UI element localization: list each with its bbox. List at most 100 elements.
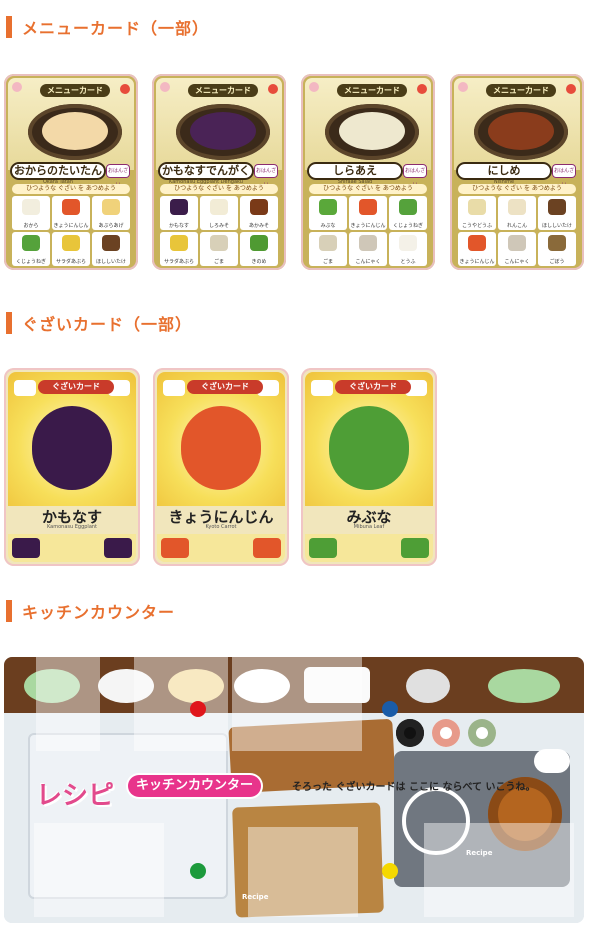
ingredient-icon	[508, 235, 526, 251]
ingredient-icon	[250, 199, 268, 215]
knob-icon	[468, 719, 496, 747]
ingredient-label: しろみそ	[208, 223, 229, 229]
menu-card: メニューカード にしめおはんざいNishimeひつような ぐざい を あつめよう…	[450, 74, 584, 270]
card-slot	[134, 657, 228, 751]
ingredient-icon	[399, 199, 417, 215]
ingredient-slot: ごま	[200, 232, 238, 266]
dish-type-badge: おはんざい	[254, 164, 278, 188]
marker-blue	[382, 701, 398, 717]
mini-ingredient-icon	[14, 380, 36, 396]
menu-card-name: にしめ	[456, 162, 552, 180]
required-ingredients-label: ひつような ぐざい を あつめよう	[12, 184, 130, 194]
required-ingredients-label: ひつような ぐざい を あつめよう	[160, 184, 278, 194]
ingredient-icon	[102, 235, 120, 251]
ingredient-slot: れんこん	[498, 196, 536, 230]
ingredient-icon	[170, 235, 188, 251]
ingredient-card: ぐざいカード みぶな Mibuna Leaf	[301, 368, 437, 566]
ingredient-grid: かもなす しろみそ あかみそ サラダあぶら ごま きのめ	[160, 196, 278, 266]
ingredient-icon	[319, 199, 337, 215]
required-ingredients-label: ひつような ぐざい を あつめよう	[458, 184, 576, 194]
marker-red	[190, 701, 206, 717]
ingredient-icon	[170, 199, 188, 215]
ingredient-icon	[468, 199, 486, 215]
ingredient-slot: きのめ	[240, 232, 278, 266]
kitchen-label: キッチンカウンター	[128, 775, 262, 797]
ingredient-label: おから	[23, 223, 39, 229]
ingredient-label: きょうにんじん	[459, 259, 495, 265]
ingredient-label: ごま	[213, 259, 224, 265]
menu-card-illustration: メニューカード	[8, 78, 134, 170]
dish-icon	[488, 112, 554, 150]
required-ingredients-label: ひつような ぐざい を あつめよう	[309, 184, 427, 194]
ingredient-slot: こんにゃく	[349, 232, 387, 266]
card-slot	[424, 823, 574, 917]
menu-card-illustration: メニューカード	[305, 78, 431, 170]
dish-type-badge: おはんざい	[403, 164, 427, 188]
ingredient-card-banner: ぐざいカード	[38, 380, 114, 394]
flower-icon	[309, 82, 319, 92]
ingredient-card-banner: ぐざいカード	[187, 380, 263, 394]
menu-card-name: かもなすでんがく	[158, 162, 254, 180]
flower-icon	[458, 82, 468, 92]
card-slot	[232, 657, 362, 751]
ingredient-card-subtitle: Kamonasu Eggplant	[46, 524, 98, 530]
ingredient-grid: こうやどうふ れんこん ほししいたけ きょうにんじん こんにゃく ごぼう	[458, 196, 576, 266]
mini-ingredient-icon	[104, 538, 132, 558]
menu-card-illustration: メニューカード	[156, 78, 282, 170]
section-title-menu: メニューカード（一部）	[6, 16, 209, 38]
mini-ingredient-icon	[12, 538, 40, 558]
ingredient-label: サラダあぶら	[55, 259, 86, 265]
ingredient-slot: ごぼう	[538, 232, 576, 266]
menu-card-banner: メニューカード	[486, 84, 556, 97]
ingredient-slot: こうやどうふ	[458, 196, 496, 230]
ingredient-card-banner: ぐざいカード	[335, 380, 411, 394]
ingredient-card-subtitle: Mibuna Leaf	[353, 524, 385, 530]
ingredient-slot: ほししいたけ	[538, 196, 576, 230]
ingredient-slot: おから	[12, 196, 50, 230]
ingredient-illustration-icon	[329, 406, 409, 490]
ingredient-label: ほししいたけ	[95, 259, 126, 265]
ingredient-slot: きょうにんじん	[52, 196, 90, 230]
speech-bubble-icon	[534, 749, 570, 773]
geisha-icon	[417, 84, 427, 94]
menu-card-name: しらあえ	[307, 162, 403, 180]
ingredient-label: ごぼう	[549, 259, 565, 265]
ingredient-slot: きょうにんじん	[349, 196, 387, 230]
ingredient-icon	[548, 199, 566, 215]
ingredient-card-subtitle: Kyoto Carrot	[205, 524, 237, 530]
flower-icon	[160, 82, 170, 92]
ingredient-grid: みぶな きょうにんじん くじょうねぎ ごま こんにゃく とうふ	[309, 196, 427, 266]
mini-ingredient-icon	[163, 380, 185, 396]
ingredient-slot: とうふ	[389, 232, 427, 266]
ingredient-card-face: ぐざいカード	[8, 372, 136, 506]
ingredient-icon	[210, 235, 228, 251]
ingredient-slot: くじょうねぎ	[12, 232, 50, 266]
geisha-icon	[268, 84, 278, 94]
ingredient-slot: サラダあぶら	[160, 232, 198, 266]
section-title-text: ぐざいカード（一部）	[22, 315, 193, 334]
ingredient-label: こんにゃく	[355, 259, 381, 265]
geisha-icon	[120, 84, 130, 94]
ingredient-icon	[399, 235, 417, 251]
ingredient-slot: かもなす	[160, 196, 198, 230]
menu-card-banner: メニューカード	[188, 84, 258, 97]
ingredient-label: あぶらあげ	[98, 223, 124, 229]
menu-card: メニューカード かもなすでんがくおはんざいKamonasu Eggplant D…	[152, 74, 286, 270]
ingredient-slot: あかみそ	[240, 196, 278, 230]
section-title-text: キッチンカウンター	[22, 603, 176, 622]
mini-ingredient-icon	[253, 538, 281, 558]
ingredient-label: きょうにんじん	[350, 223, 386, 229]
card-slot	[34, 823, 164, 917]
geisha-icon	[566, 84, 576, 94]
ingredient-card-face: ぐざいカード	[305, 372, 433, 506]
dish-icon	[190, 112, 256, 150]
mini-ingredient-icon	[311, 380, 333, 396]
dish-type-badge: おはんざい	[106, 164, 130, 188]
ingredient-label: とうふ	[400, 259, 416, 265]
bowl-icon	[488, 669, 560, 703]
menu-card-name: おからのたいたん	[10, 162, 106, 180]
section-title-ingredients: ぐざいカード（一部）	[6, 312, 192, 334]
ingredient-icon	[250, 235, 268, 251]
ingredient-label: みぶな	[320, 223, 336, 229]
knob-icon	[396, 719, 424, 747]
